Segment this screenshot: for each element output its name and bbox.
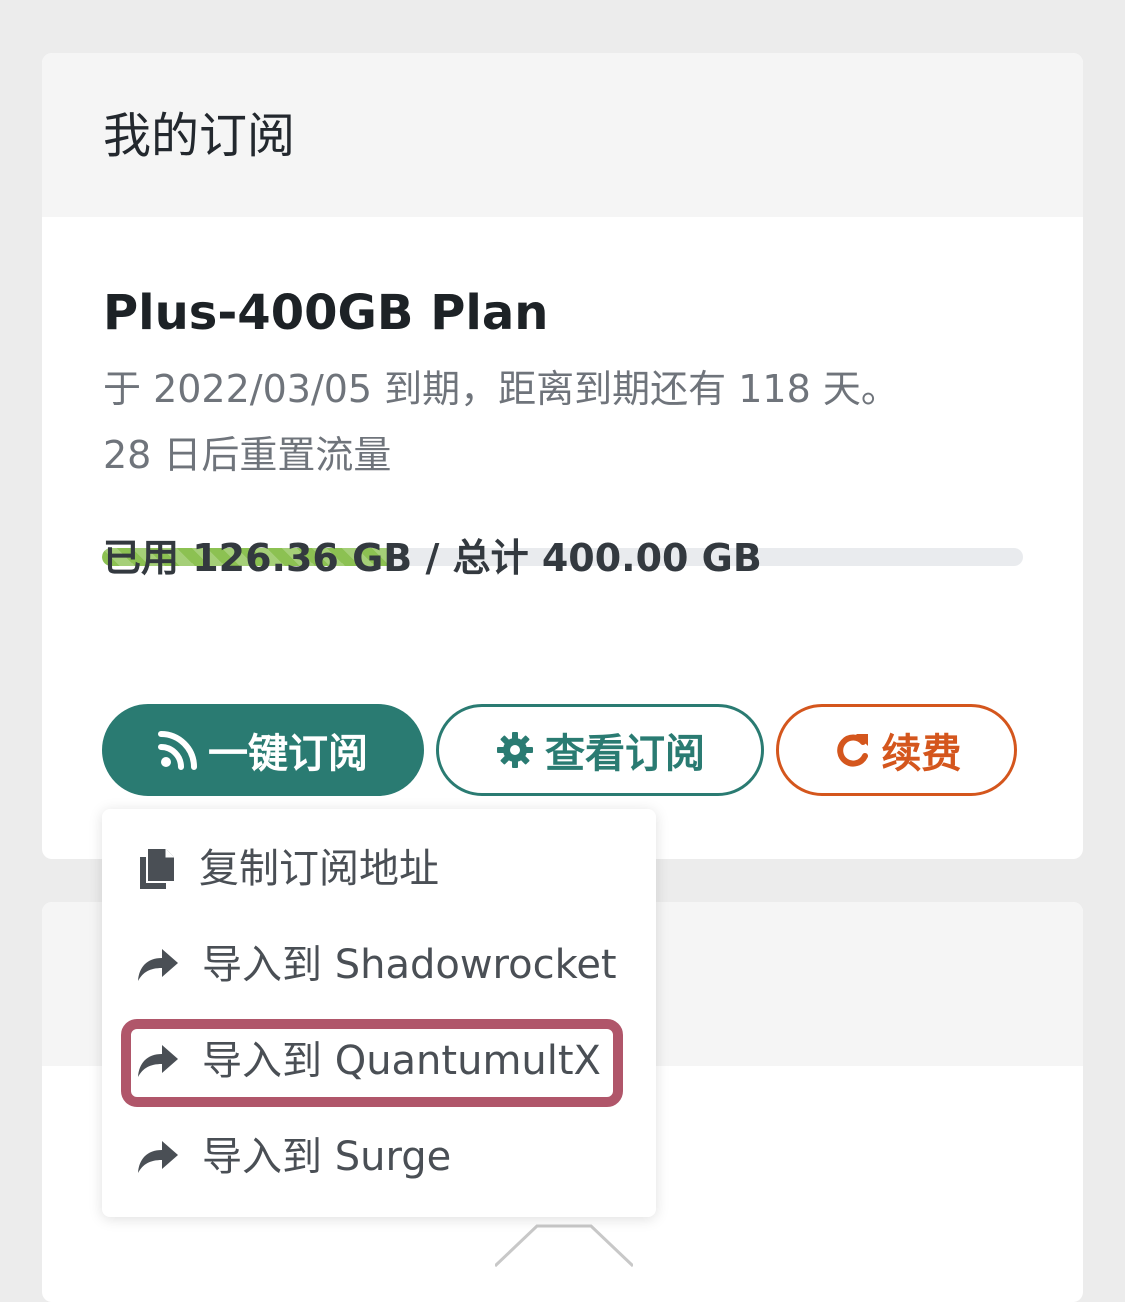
caret-shape xyxy=(493,1224,635,1274)
rss-icon xyxy=(158,730,198,770)
import-quantumultx-item[interactable]: 导入到 QuantumultX xyxy=(102,1021,656,1101)
view-subscription-label: 查看订阅 xyxy=(545,731,705,777)
usage-label: 已用 126.36 GB / 总计 400.00 GB xyxy=(103,536,762,580)
import-quantumultx-label: 导入到 QuantumultX xyxy=(202,1038,601,1084)
renew-button[interactable]: 续费 xyxy=(776,704,1017,796)
share-arrow-icon xyxy=(136,1043,180,1079)
copy-icon xyxy=(136,847,176,891)
import-surge-label: 导入到 Surge xyxy=(202,1134,452,1180)
copy-subscription-url-label: 复制订阅地址 xyxy=(199,846,439,892)
traffic-reset-text: 28 日后重置流量 xyxy=(103,433,392,477)
gear-icon xyxy=(495,730,535,770)
card-header: 我的订阅 xyxy=(42,53,1083,217)
subscribe-dropdown-menu: 复制订阅地址 导入到 Shadowrocket 导入到 QuantumultX … xyxy=(102,809,656,1217)
renew-label: 续费 xyxy=(881,731,962,777)
one-click-subscribe-button[interactable]: 一键订阅 xyxy=(102,704,424,796)
card-title: 我的订阅 xyxy=(103,108,296,164)
import-shadowrocket-label: 导入到 Shadowrocket xyxy=(202,942,617,988)
copy-subscription-url-item[interactable]: 复制订阅地址 xyxy=(102,829,656,909)
share-arrow-icon xyxy=(136,947,180,983)
view-subscription-button[interactable]: 查看订阅 xyxy=(436,704,764,796)
import-shadowrocket-item[interactable]: 导入到 Shadowrocket xyxy=(102,925,656,1005)
plan-expiry-text: 于 2022/03/05 到期，距离到期还有 118 天。 xyxy=(103,367,899,411)
import-surge-item[interactable]: 导入到 Surge xyxy=(102,1117,656,1197)
share-arrow-icon xyxy=(136,1139,180,1175)
refresh-icon xyxy=(832,730,872,770)
one-click-subscribe-label: 一键订阅 xyxy=(208,731,368,777)
plan-name: Plus-400GB Plan xyxy=(103,285,549,341)
